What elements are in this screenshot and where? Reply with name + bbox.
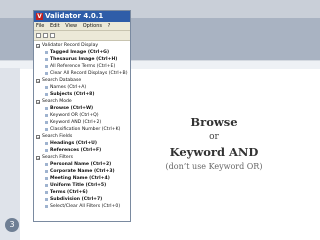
tree-item[interactable]: All Reference Terms (Ctrl+E) bbox=[36, 63, 130, 70]
item-icon bbox=[45, 58, 48, 61]
page-number-badge: 3 bbox=[5, 218, 19, 232]
collapse-icon[interactable]: − bbox=[36, 78, 40, 83]
tree-item[interactable]: Personal Name (Ctrl+2) bbox=[36, 161, 130, 168]
item-icon bbox=[45, 128, 48, 131]
tree-item[interactable]: Select/Clear All Filters (Ctrl+0) bbox=[36, 203, 130, 210]
tree-item-label: Meeting Name (Ctrl+4) bbox=[50, 176, 110, 181]
tree-item[interactable]: Meeting Name (Ctrl+4) bbox=[36, 175, 130, 182]
window-titlebar[interactable]: V Validator 4.0.1 bbox=[34, 11, 130, 22]
options-tree: − Validator Record Display Tagged Image (C… bbox=[34, 41, 130, 210]
item-icon bbox=[45, 149, 48, 152]
tree-item[interactable]: Classification Number (Ctrl+K) bbox=[36, 126, 130, 133]
item-icon bbox=[45, 205, 48, 208]
tree-section-label: Validator Record Display bbox=[42, 43, 99, 48]
item-icon bbox=[45, 191, 48, 194]
tree-item[interactable]: Subdivision (Ctrl+7) bbox=[36, 196, 130, 203]
tree-item-label: Subdivision (Ctrl+7) bbox=[50, 197, 103, 202]
item-icon bbox=[45, 198, 48, 201]
item-icon bbox=[45, 93, 48, 96]
item-icon bbox=[45, 72, 48, 75]
tree-item-label: Select/Clear All Filters (Ctrl+0) bbox=[50, 204, 121, 209]
tree-section-label: Search Filters bbox=[42, 155, 74, 160]
menu-edit[interactable]: Edit bbox=[50, 23, 60, 29]
item-icon bbox=[45, 86, 48, 89]
tree-item[interactable]: Browse (Ctrl+W) bbox=[36, 105, 130, 112]
option-or: or bbox=[209, 132, 219, 142]
tree-item[interactable]: Clear All Record Displays (Ctrl+B) bbox=[36, 70, 130, 77]
menu-file[interactable]: File bbox=[36, 23, 44, 29]
tree-item[interactable]: Corporate Name (Ctrl+3) bbox=[36, 168, 130, 175]
tree-item-label: References (Ctrl+F) bbox=[50, 148, 102, 153]
slide-caption: You’ll normally be using either bbox=[142, 68, 286, 93]
toolbar bbox=[34, 31, 130, 41]
menu-bar: File Edit View Options ? bbox=[34, 22, 130, 31]
tree-item-label: Clear All Record Displays (Ctrl+B) bbox=[50, 71, 128, 76]
tree-item-label: Thesaurus Image (Ctrl+H) bbox=[50, 57, 118, 62]
tree-item[interactable]: Headings (Ctrl+U) bbox=[36, 140, 130, 147]
tree-item-label: Uniform Title (Ctrl+5) bbox=[50, 183, 107, 188]
menu-options[interactable]: Options bbox=[83, 23, 102, 29]
tree-item-label: Keyword AND (Ctrl+2) bbox=[50, 120, 102, 125]
toolbar-button-1[interactable] bbox=[36, 33, 41, 38]
tree-item[interactable]: Keyword OR (Ctrl+Q) bbox=[36, 112, 130, 119]
tree-section[interactable]: − Validator Record Display bbox=[36, 42, 130, 49]
item-icon bbox=[45, 121, 48, 124]
toolbar-button-3[interactable] bbox=[50, 33, 55, 38]
tree-section[interactable]: − Search Filters bbox=[36, 154, 130, 161]
tree-section-label: Search Mode bbox=[42, 99, 72, 104]
validator-window: V Validator 4.0.1 File Edit View Options … bbox=[33, 10, 131, 222]
item-icon bbox=[45, 107, 48, 110]
tree-item-label: Tagged Image (Ctrl+G) bbox=[50, 50, 110, 55]
item-icon bbox=[45, 142, 48, 145]
item-icon bbox=[45, 114, 48, 117]
left-margin-strip bbox=[0, 68, 20, 240]
tree-item-label: Browse (Ctrl+W) bbox=[50, 106, 94, 111]
tree-item[interactable]: Uniform Title (Ctrl+5) bbox=[36, 182, 130, 189]
tree-section[interactable]: − Search Mode bbox=[36, 98, 130, 105]
tree-item-label: Keyword OR (Ctrl+Q) bbox=[50, 113, 99, 118]
item-icon bbox=[45, 177, 48, 180]
app-icon: V bbox=[36, 12, 43, 20]
collapse-icon[interactable]: − bbox=[36, 134, 40, 139]
tree-section[interactable]: − Search Database bbox=[36, 77, 130, 84]
option-keyword-and: Keyword AND bbox=[169, 145, 259, 159]
item-icon bbox=[45, 163, 48, 166]
tree-item-label: Subjects (Ctrl+8) bbox=[50, 92, 95, 97]
collapse-icon[interactable]: − bbox=[36, 99, 40, 104]
option-browse: Browse bbox=[190, 115, 238, 129]
tree-item-label: All Reference Terms (Ctrl+E) bbox=[50, 64, 116, 69]
tree-item-label: Headings (Ctrl+U) bbox=[50, 141, 98, 146]
tree-item[interactable]: Subjects (Ctrl+8) bbox=[36, 91, 130, 98]
tree-item-label: Terms (Ctrl+6) bbox=[50, 190, 88, 195]
tree-item-label: Corporate Name (Ctrl+3) bbox=[50, 169, 115, 174]
tree-item-label: Personal Name (Ctrl+2) bbox=[50, 162, 112, 167]
collapse-icon[interactable]: − bbox=[36, 43, 40, 48]
collapse-icon[interactable]: − bbox=[36, 155, 40, 160]
menu-view[interactable]: View bbox=[65, 23, 77, 29]
toolbar-button-2[interactable] bbox=[43, 33, 48, 38]
tree-item[interactable]: Thesaurus Image (Ctrl+H) bbox=[36, 56, 130, 63]
tree-item[interactable]: Tagged Image (Ctrl+G) bbox=[36, 49, 130, 56]
tree-item-label: Classification Number (Ctrl+K) bbox=[50, 127, 121, 132]
item-icon bbox=[45, 65, 48, 68]
menu-help[interactable]: ? bbox=[108, 23, 111, 29]
tree-item[interactable]: Terms (Ctrl+6) bbox=[36, 189, 130, 196]
tree-item[interactable]: Keyword AND (Ctrl+2) bbox=[36, 119, 130, 126]
window-title: Validator 4.0.1 bbox=[45, 12, 104, 20]
option-note: (don’t use Keyword OR) bbox=[165, 162, 263, 171]
item-icon bbox=[45, 170, 48, 173]
tree-item-label: Names (Ctrl+A) bbox=[50, 85, 87, 90]
tree-item[interactable]: References (Ctrl+F) bbox=[36, 147, 130, 154]
tree-section-label: Search Database bbox=[42, 78, 82, 83]
item-icon bbox=[45, 51, 48, 54]
tree-section[interactable]: − Search Fields bbox=[36, 133, 130, 140]
tree-section-label: Search Fields bbox=[42, 134, 73, 139]
tree-item[interactable]: Names (Ctrl+A) bbox=[36, 84, 130, 91]
item-icon bbox=[45, 184, 48, 187]
